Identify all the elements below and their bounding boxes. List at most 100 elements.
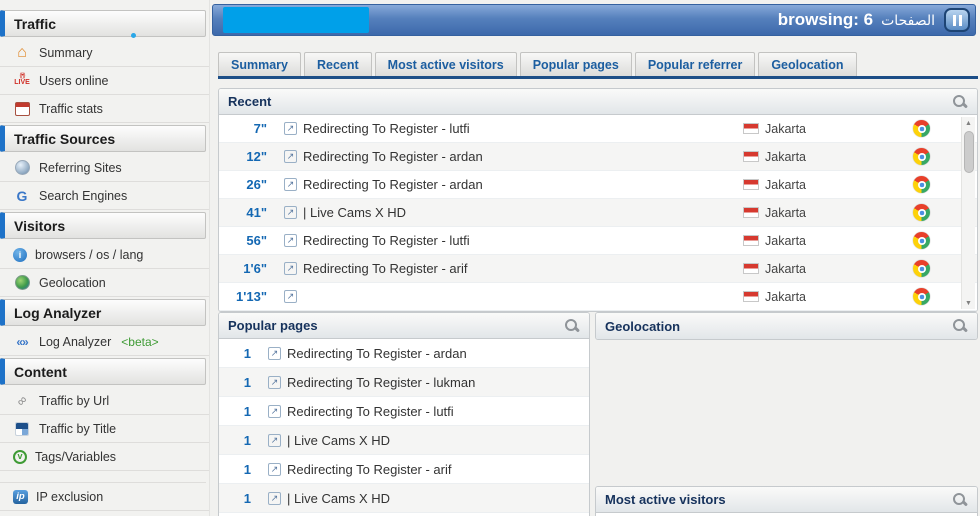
sidebar-item[interactable]: Summary <box>0 39 209 67</box>
search-icon[interactable] <box>952 94 968 110</box>
tab-label: Popular referrer <box>648 58 742 72</box>
ip-icon <box>13 490 28 504</box>
tab[interactable]: Recent <box>304 52 372 76</box>
popular-page-row[interactable]: 1 Redirecting To Register - arif <box>219 455 589 484</box>
indonesia-flag-icon <box>743 207 759 218</box>
popular-page-row[interactable]: 1 | Live Cams X HD <box>219 484 589 513</box>
panel-title: Geolocation <box>605 319 680 334</box>
external-link-icon[interactable] <box>284 262 297 275</box>
geolocation-panel: Geolocation <box>595 312 978 340</box>
external-link-icon[interactable] <box>284 150 297 163</box>
popular-page-row[interactable]: 1 | Live Cams X HD <box>219 426 589 455</box>
external-link-icon[interactable] <box>284 178 297 191</box>
recent-row[interactable]: 41" | Live Cams X HD Jakarta <box>219 199 977 227</box>
page-title-link[interactable]: Redirecting To Register - lutfi <box>287 404 454 419</box>
popular-page-row[interactable]: 1 Redirecting To Register - ardan <box>219 339 589 368</box>
recent-row[interactable]: 26" Redirecting To Register - ardan Jaka… <box>219 171 977 199</box>
external-link-icon[interactable] <box>284 122 297 135</box>
sidebar-item-ip-exclusion[interactable]: IP exclusion <box>0 483 209 511</box>
popular-page-row[interactable]: 1 Redirecting To Register - lutfi <box>219 397 589 426</box>
popular-page-row[interactable]: 1 Redirecting To Register - lukman <box>219 368 589 397</box>
sidebar-item[interactable]: Traffic by Title <box>0 415 209 443</box>
recent-row[interactable]: 7" Redirecting To Register - lutfi Jakar… <box>219 115 977 143</box>
recent-row[interactable]: 1'13" Jakarta <box>219 283 977 311</box>
chrome-browser-icon <box>913 232 930 249</box>
most-active-visitors-panel: Most active visitors <box>595 486 978 516</box>
recent-row[interactable]: 1'6" Redirecting To Register - arif Jaka… <box>219 255 977 283</box>
elapsed-time: 1'13" <box>219 289 267 304</box>
sidebar-item[interactable]: Geolocation <box>0 269 209 297</box>
external-link-icon[interactable] <box>268 492 281 505</box>
sidebar-item[interactable]: Referring Sites <box>0 154 209 182</box>
page-title-link[interactable]: | Live Cams X HD <box>287 491 390 506</box>
city-label: Jakarta <box>765 122 806 136</box>
page-title-link[interactable]: | Live Cams X HD <box>303 205 406 220</box>
sidebar-item[interactable]: Search Engines <box>0 182 209 210</box>
external-link-icon[interactable] <box>268 405 281 418</box>
sidebar-item[interactable]: Traffic by Url <box>0 387 209 415</box>
sidebar-item[interactable]: browsers / os / lang <box>0 241 209 269</box>
scroll-thumb[interactable] <box>964 131 974 173</box>
tab[interactable]: Summary <box>218 52 301 76</box>
sidebar-item[interactable]: Users online <box>0 67 209 95</box>
external-link-icon[interactable] <box>268 347 281 360</box>
sidebar-item-label: Summary <box>39 46 92 60</box>
page-title-link[interactable]: Redirecting To Register - ardan <box>287 346 467 361</box>
pages-label-arabic: الصفحات <box>881 12 935 29</box>
page-title-link[interactable]: | Live Cams X HD <box>287 433 390 448</box>
sidebar-item[interactable]: Tags/Variables <box>0 443 209 471</box>
search-icon[interactable] <box>952 318 968 334</box>
page-title-link[interactable]: Redirecting To Register - arif <box>287 462 452 477</box>
page-title-link[interactable]: Redirecting To Register - ardan <box>303 177 483 192</box>
sidebar-item-label: browsers / os / lang <box>35 248 143 262</box>
sidebar-item-label: Geolocation <box>39 276 106 290</box>
recent-panel-header: Recent <box>219 89 977 115</box>
external-link-icon[interactable] <box>284 206 297 219</box>
tab-bar: Summary Recent Most active visitors Popu… <box>218 52 857 76</box>
recent-row[interactable]: 12" Redirecting To Register - ardan Jaka… <box>219 143 977 171</box>
tab[interactable]: Most active visitors <box>375 52 517 76</box>
globe-icon <box>13 160 31 176</box>
scroll-down-icon[interactable]: ▼ <box>965 297 972 309</box>
page-title-link[interactable]: Redirecting To Register - ardan <box>303 149 483 164</box>
visitor-location: Jakarta <box>743 206 806 220</box>
external-link-icon[interactable] <box>284 290 297 303</box>
visitor-location: Jakarta <box>743 234 806 248</box>
scroll-up-icon[interactable]: ▲ <box>965 117 972 129</box>
hit-count: 1 <box>219 433 251 448</box>
chrome-browser-icon <box>913 204 930 221</box>
search-icon[interactable] <box>564 318 580 334</box>
search-icon[interactable] <box>952 492 968 508</box>
tab[interactable]: Geolocation <box>758 52 856 76</box>
elapsed-time: 41" <box>219 205 267 220</box>
elapsed-time: 12" <box>219 149 267 164</box>
recent-row[interactable]: 56" Redirecting To Register - lutfi Jaka… <box>219 227 977 255</box>
sidebar-item[interactable]: Log Analyzer <beta> <box>0 328 209 356</box>
home-icon <box>13 45 31 61</box>
info-icon <box>13 248 27 262</box>
sidebar-section-items: browsers / os / lang Geolocation <box>0 241 209 297</box>
sidebar-item-label: Search Engines <box>39 189 127 203</box>
sidebar-item-label: Users online <box>39 74 108 88</box>
page-title-link[interactable]: Redirecting To Register - lutfi <box>303 121 470 136</box>
indonesia-flag-icon <box>743 235 759 246</box>
external-link-icon[interactable] <box>268 463 281 476</box>
sidebar-item-label: Tags/Variables <box>35 450 116 464</box>
tab[interactable]: Popular pages <box>520 52 632 76</box>
external-link-icon[interactable] <box>268 376 281 389</box>
city-label: Jakarta <box>765 262 806 276</box>
sidebar-item-label: IP exclusion <box>36 490 103 504</box>
sidebar-item[interactable]: Traffic stats <box>0 95 209 123</box>
link-icon <box>13 393 31 409</box>
external-link-icon[interactable] <box>284 234 297 247</box>
page-title-link[interactable]: Redirecting To Register - lutfi <box>303 233 470 248</box>
recent-scrollbar[interactable]: ▲ ▼ <box>961 117 975 309</box>
tab[interactable]: Popular referrer <box>635 52 755 76</box>
city-label: Jakarta <box>765 178 806 192</box>
page-title-link[interactable]: Redirecting To Register - lukman <box>287 375 475 390</box>
indonesia-flag-icon <box>743 151 759 162</box>
geolocation-panel-header: Geolocation <box>596 313 977 339</box>
external-link-icon[interactable] <box>268 434 281 447</box>
page-title-link[interactable]: Redirecting To Register - arif <box>303 261 468 276</box>
pause-button[interactable] <box>944 8 970 32</box>
